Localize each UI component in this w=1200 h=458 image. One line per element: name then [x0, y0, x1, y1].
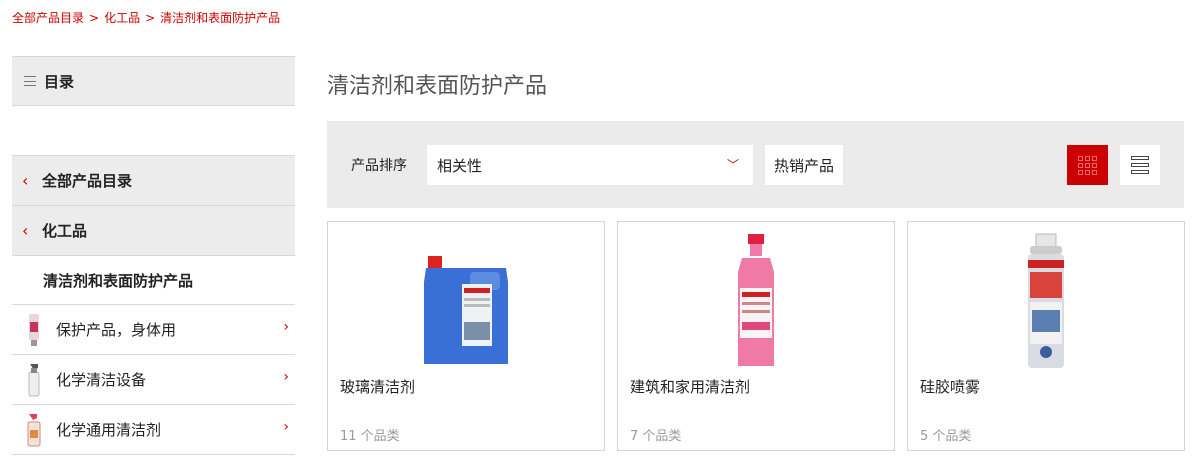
- breadcrumb-chemicals[interactable]: 化工品: [104, 11, 140, 25]
- product-count: 11 个品类: [340, 429, 400, 444]
- breadcrumb-separator: >: [89, 11, 100, 25]
- product-count: 5 个品类: [920, 429, 972, 444]
- chevron-right-icon: ›: [283, 419, 289, 435]
- product-count: 7 个品类: [630, 429, 682, 444]
- chevron-left-icon: ‹: [22, 221, 29, 240]
- sort-select[interactable]: 相关性 ﹀: [427, 145, 753, 185]
- spray-can-image: [908, 232, 1184, 372]
- blue-canister-image: [328, 232, 604, 372]
- nav-item-label: 保护产品，身体用: [56, 321, 177, 339]
- product-toolbar: 产品排序 相关性 ﹀ 热销产品: [327, 121, 1184, 208]
- spray-bottle-icon: [22, 410, 46, 450]
- nav-item-body-protection[interactable]: 保护产品，身体用 ›: [12, 305, 295, 355]
- list-view-button[interactable]: [1120, 145, 1160, 185]
- product-card-glass-cleaner[interactable]: 玻璃清洁剂 11 个品类: [327, 221, 605, 451]
- catalog-label: 目录: [44, 72, 75, 91]
- page-title: 清洁剂和表面防护产品: [327, 74, 548, 99]
- product-card-building-household-cleaner[interactable]: 建筑和家用清洁剂 7 个品类: [617, 221, 895, 451]
- nav-item-cleaning-equipment[interactable]: 化学清洁设备 ›: [12, 355, 295, 405]
- pink-bottle-image: [618, 232, 894, 372]
- breadcrumb-all-products[interactable]: 全部产品目录: [12, 11, 84, 25]
- breadcrumb-current[interactable]: 清洁剂和表面防护产品: [160, 11, 280, 25]
- product-grid: 玻璃清洁剂 11 个品类 建筑和家用清洁剂 7 个品类 硅胶喷雾 5 个品类: [327, 221, 1185, 451]
- nav-current-category: 清洁剂和表面防护产品: [12, 255, 295, 305]
- product-name: 建筑和家用清洁剂: [630, 378, 751, 396]
- catalog-toggle[interactable]: 目录: [12, 56, 295, 106]
- grid-view-button[interactable]: [1067, 145, 1108, 185]
- product-name: 玻璃清洁剂: [340, 378, 416, 396]
- list-icon: [1131, 156, 1149, 160]
- nav-parent-label: 化工品: [42, 222, 88, 240]
- nav-parent-label: 全部产品目录: [42, 172, 133, 190]
- nav-parent-chemicals[interactable]: ‹ 化工品: [12, 205, 295, 255]
- breadcrumb: 全部产品目录 > 化工品 > 清洁剂和表面防护产品: [12, 9, 280, 26]
- category-nav: ‹ 全部产品目录 ‹ 化工品 清洁剂和表面防护产品 保护产品，身体用 › 化学清…: [12, 155, 295, 455]
- hamburger-icon: [24, 76, 36, 86]
- nav-item-label: 化学清洁设备: [56, 371, 147, 389]
- chevron-right-icon: ›: [283, 369, 289, 385]
- sort-label: 产品排序: [351, 158, 407, 174]
- hot-products-button[interactable]: 热销产品: [765, 145, 843, 185]
- breadcrumb-separator: >: [145, 11, 156, 25]
- tube-icon: [22, 310, 46, 350]
- nav-item-label: 化学通用清洁剂: [56, 421, 162, 439]
- grid-icon: [1078, 155, 1083, 161]
- product-name: 硅胶喷雾: [920, 378, 981, 396]
- chevron-left-icon: ‹: [22, 171, 29, 190]
- nav-parent-all-products[interactable]: ‹ 全部产品目录: [12, 155, 295, 205]
- chevron-down-icon: ﹀: [726, 158, 739, 172]
- sort-select-value: 相关性: [437, 156, 483, 175]
- chevron-right-icon: ›: [283, 319, 289, 335]
- nav-item-general-cleaner[interactable]: 化学通用清洁剂 ›: [12, 405, 295, 455]
- spray-bottle-icon: [22, 360, 46, 400]
- product-card-silicone-spray[interactable]: 硅胶喷雾 5 个品类: [907, 221, 1185, 451]
